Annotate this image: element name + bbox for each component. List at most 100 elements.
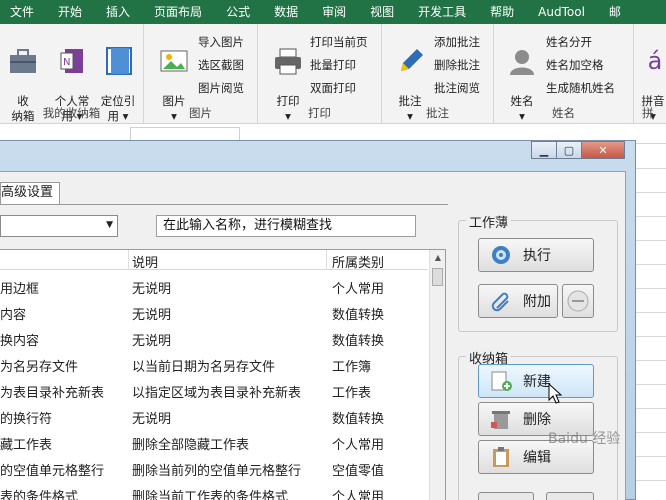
pinyin-icon: á bbox=[647, 47, 663, 75]
macro-list[interactable]: 说明 所属类别 用边框 无说明 个人常用 内容 无说明 数值转换 换内容 无说明 bbox=[0, 249, 446, 500]
search-input[interactable]: 在此输入名称，进行模糊查找 bbox=[156, 215, 416, 237]
group-label-names: 姓名 bbox=[552, 106, 575, 120]
split-name-label: 姓名分开 bbox=[546, 35, 592, 49]
duplex-print-label: 双面打印 bbox=[310, 81, 356, 95]
notebook-icon: N bbox=[60, 49, 83, 73]
group-my-box: 收 纳箱 N 个人常 用 ▾ 定位引 用 ▾ 我的收纳箱 bbox=[0, 24, 144, 124]
tab-home[interactable]: 开始 bbox=[46, 0, 94, 24]
group-pinyin: á 拼音 ▾ 拼 bbox=[634, 24, 666, 124]
item-description: 删除全部隐藏工作表 bbox=[132, 438, 250, 453]
delete-comment-label: 删除批注 bbox=[434, 58, 480, 72]
image-view-label: 图片阅览 bbox=[198, 81, 244, 95]
list-item[interactable]: 藏工作表 删除全部隐藏工作表 个人常用 bbox=[0, 430, 428, 456]
column-category[interactable]: 所属类别 bbox=[332, 252, 384, 271]
add-comment-button[interactable]: 添加批注 bbox=[434, 32, 480, 52]
attach-button[interactable]: 附加 bbox=[478, 284, 558, 318]
tab-audtool[interactable]: AudTool bbox=[526, 0, 597, 24]
region-capture-label: 选区截图 bbox=[198, 58, 244, 72]
tab-mail[interactable]: 邮 bbox=[597, 0, 633, 24]
view-comment-button[interactable]: 批注阅览 bbox=[434, 78, 480, 98]
storage-box-dialog: ▁ ▢ ✕ 高级设置 ▼ 在此输入名称，进行模糊查找 说明 所属类别 用边框 无… bbox=[0, 140, 636, 500]
workbook-group-title: 工作薄 bbox=[466, 212, 512, 231]
tab-help[interactable]: 帮助 bbox=[478, 0, 526, 24]
scroll-up-icon[interactable]: ▲ bbox=[430, 250, 445, 266]
list-item[interactable]: 换内容 无说明 数值转换 bbox=[0, 326, 428, 352]
tab-formulas[interactable]: 公式 bbox=[214, 0, 262, 24]
item-name: 的空值单元格整行 bbox=[0, 464, 105, 479]
list-item[interactable]: 用边框 无说明 个人常用 bbox=[0, 274, 428, 300]
list-item[interactable]: 内容 无说明 数值转换 bbox=[0, 300, 428, 326]
maximize-icon: ▢ bbox=[563, 143, 575, 157]
item-name: 的换行符 bbox=[0, 412, 53, 427]
worksheet-visible[interactable] bbox=[636, 144, 666, 500]
group-label-print: 打印 bbox=[308, 106, 331, 120]
tab-file[interactable]: 文件 bbox=[0, 0, 46, 24]
watermark: Baidu 经验 bbox=[548, 431, 621, 447]
close-icon: ✕ bbox=[598, 143, 608, 157]
mouse-cursor-icon bbox=[548, 383, 563, 404]
duplex-print-button[interactable]: 双面打印 bbox=[310, 78, 356, 98]
tab-advanced-settings[interactable]: 高级设置 bbox=[0, 182, 61, 204]
dialog-body: 高级设置 ▼ 在此输入名称，进行模糊查找 说明 所属类别 用边框 无说明 个人常… bbox=[0, 171, 626, 500]
list-item[interactable]: 的换行符 无说明 数值转换 bbox=[0, 404, 428, 430]
batch-print-button[interactable]: 批量打印 bbox=[310, 55, 356, 75]
list-item[interactable]: 为表目录补充新表 以指定区域为表目录补充新表 工作表 bbox=[0, 378, 428, 404]
delete-comment-button[interactable]: 删除批注 bbox=[434, 55, 480, 75]
new-button[interactable]: 新建 bbox=[478, 364, 594, 398]
list-item[interactable]: 的空值单元格整行 删除当前列的空值单元格整行 空值零值 bbox=[0, 456, 428, 482]
list-scrollbar[interactable]: ▲ bbox=[429, 250, 445, 500]
item-category: 工作表 bbox=[332, 386, 372, 401]
clipboard-icon bbox=[493, 447, 509, 467]
attach-label: 附加 bbox=[523, 294, 551, 310]
list-item[interactable]: 表的条件格式 删除当前工作表的条件格式 个人常用 bbox=[0, 482, 428, 500]
region-capture-button[interactable]: 选区截图 bbox=[198, 55, 244, 75]
scroll-thumb[interactable] bbox=[432, 268, 443, 286]
delete-label: 删除 bbox=[523, 412, 551, 428]
tab-developer[interactable]: 开发工具 bbox=[406, 0, 478, 24]
item-description: 删除当前列的空值单元格整行 bbox=[132, 464, 302, 479]
minus-circle-icon bbox=[567, 290, 589, 312]
item-name: 藏工作表 bbox=[0, 438, 53, 453]
tab-data[interactable]: 数据 bbox=[262, 0, 310, 24]
partial-button[interactable] bbox=[478, 492, 534, 500]
import-image-button[interactable]: 导入图片 bbox=[198, 32, 244, 52]
name-box[interactable] bbox=[130, 127, 240, 141]
print-current-page-button[interactable]: 打印当前页 bbox=[310, 32, 368, 52]
column-description[interactable]: 说明 bbox=[132, 252, 158, 271]
close-button[interactable]: ✕ bbox=[581, 141, 625, 159]
group-names: 姓名 ▾ 姓名分开 姓名加空格 生成随机姓名 姓名 bbox=[494, 24, 634, 124]
item-category: 个人常用 bbox=[332, 490, 385, 500]
tab-page-layout[interactable]: 页面布局 bbox=[142, 0, 214, 24]
tab-view[interactable]: 视图 bbox=[358, 0, 406, 24]
split-name-button[interactable]: 姓名分开 bbox=[546, 32, 592, 52]
execute-button[interactable]: 执行 bbox=[478, 238, 594, 272]
image-view-button[interactable]: 图片阅览 bbox=[198, 78, 244, 98]
item-description: 以指定区域为表目录补充新表 bbox=[132, 386, 302, 401]
locate-icon bbox=[106, 47, 132, 75]
category-dropdown[interactable]: ▼ bbox=[0, 215, 118, 237]
random-name-button[interactable]: 生成随机姓名 bbox=[546, 78, 615, 98]
list-item[interactable]: 为名另存文件 以当前日期为名另存文件 工作簿 bbox=[0, 352, 428, 378]
minimize-icon: ▁ bbox=[539, 143, 549, 157]
group-images: 图片 ▾ 导入图片 选区截图 图片阅览 图片 bbox=[144, 24, 258, 124]
printer-icon bbox=[275, 48, 301, 75]
group-label-my-box: 我的收纳箱 bbox=[42, 106, 101, 120]
item-name: 为表目录补充新表 bbox=[0, 386, 105, 401]
minimize-button[interactable]: ▁ bbox=[531, 141, 557, 159]
name-add-space-button[interactable]: 姓名加空格 bbox=[546, 55, 604, 75]
ribbon-tab-bar: 文件 开始 插入 页面布局 公式 数据 审阅 视图 开发工具 帮助 AudToo… bbox=[0, 0, 666, 24]
partial-button-2[interactable] bbox=[546, 492, 594, 500]
svg-text:N: N bbox=[63, 57, 70, 68]
image-icon bbox=[160, 50, 188, 72]
group-label-comments: 批注 bbox=[426, 106, 449, 120]
tab-review[interactable]: 审阅 bbox=[310, 0, 358, 24]
item-description: 无说明 bbox=[132, 282, 172, 297]
item-category: 数值转换 bbox=[332, 412, 385, 427]
maximize-button[interactable]: ▢ bbox=[556, 141, 582, 159]
chevron-down-icon: ▼ bbox=[106, 220, 113, 230]
item-name: 内容 bbox=[0, 308, 27, 323]
group-label-pinyin: 拼 bbox=[642, 106, 654, 120]
tab-insert[interactable]: 插入 bbox=[94, 0, 142, 24]
remove-attach-button[interactable] bbox=[562, 284, 594, 318]
item-description: 无说明 bbox=[132, 412, 172, 427]
